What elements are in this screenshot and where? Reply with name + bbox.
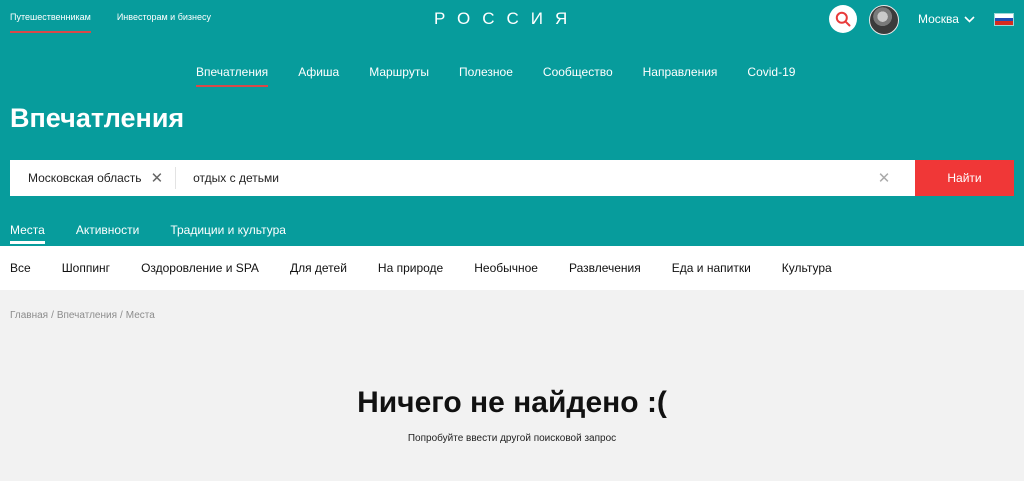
nav-item-routes[interactable]: Маршруты [369,65,429,79]
category-shopping[interactable]: Шоппинг [62,261,110,275]
tab-activities[interactable]: Активности [76,223,139,237]
page-title: Впечатления [10,103,185,133]
category-bar: Все Шоппинг Оздоровление и SPA Для детей… [0,246,1024,290]
breadcrumb-separator: / [51,310,54,321]
subtabs: Места Активности Традиции и культура [10,223,317,244]
city-selector[interactable]: Москва [918,12,975,26]
audience-switch: Путешественникам Инвесторам и бизнесу [10,12,211,33]
category-nature[interactable]: На природе [378,261,443,275]
category-unusual[interactable]: Необычное [474,261,538,275]
breadcrumb-impressions[interactable]: Впечатления [57,310,117,321]
chevron-down-icon [964,15,975,23]
query-clear-icon[interactable]: ✕ [873,169,895,187]
search-icon [835,11,851,27]
audience-investors-link[interactable]: Инвесторам и бизнесу [117,12,211,33]
category-kids[interactable]: Для детей [290,261,347,275]
audience-travelers-link[interactable]: Путешественникам [10,12,91,33]
city-label: Москва [918,12,959,26]
nav-item-afisha[interactable]: Афиша [298,65,339,79]
site-logo[interactable]: РОССИЯ [434,9,579,29]
flag-stripe-red [995,21,1013,26]
search-bar: Московская область ✕ отдых с детьми ✕ На… [10,160,1014,196]
nav-item-community[interactable]: Сообщество [543,65,613,79]
nav-item-useful[interactable]: Полезное [459,65,513,79]
breadcrumb-current: Места [125,310,155,321]
nav-item-impressions[interactable]: Впечатления [196,65,269,87]
category-food[interactable]: Еда и напитки [672,261,751,275]
tab-traditions[interactable]: Традиции и культура [170,223,286,237]
category-spa[interactable]: Оздоровление и SPA [141,261,259,275]
user-avatar[interactable] [869,5,899,35]
breadcrumb-home[interactable]: Главная [10,310,48,321]
header: Путешественникам Инвесторам и бизнесу РО… [0,0,1024,246]
breadcrumb: Главная / Впечатления / Места [10,310,155,321]
nav-item-directions[interactable]: Направления [643,65,718,79]
category-entertainment[interactable]: Развлечения [569,261,641,275]
region-label: Московская область [28,171,142,185]
russian-flag-icon[interactable] [994,13,1014,26]
find-button[interactable]: Найти [915,160,1014,196]
tab-places[interactable]: Места [10,223,45,244]
region-clear-icon[interactable]: ✕ [151,171,164,186]
main-nav: Впечатления Афиша Маршруты Полезное Сооб… [196,65,825,87]
region-filter[interactable]: Московская область ✕ [10,167,177,189]
breadcrumb-separator: / [120,310,123,321]
nav-item-covid[interactable]: Covid-19 [747,65,795,79]
search-input[interactable]: отдых с детьми [176,171,873,185]
header-search-button[interactable] [829,5,857,33]
category-all[interactable]: Все [10,261,31,275]
empty-state-hint: Попробуйте ввести другой поисковой запро… [407,433,617,444]
empty-state-title: Ничего не найдено :( [357,386,667,419]
category-culture[interactable]: Культура [782,261,832,275]
